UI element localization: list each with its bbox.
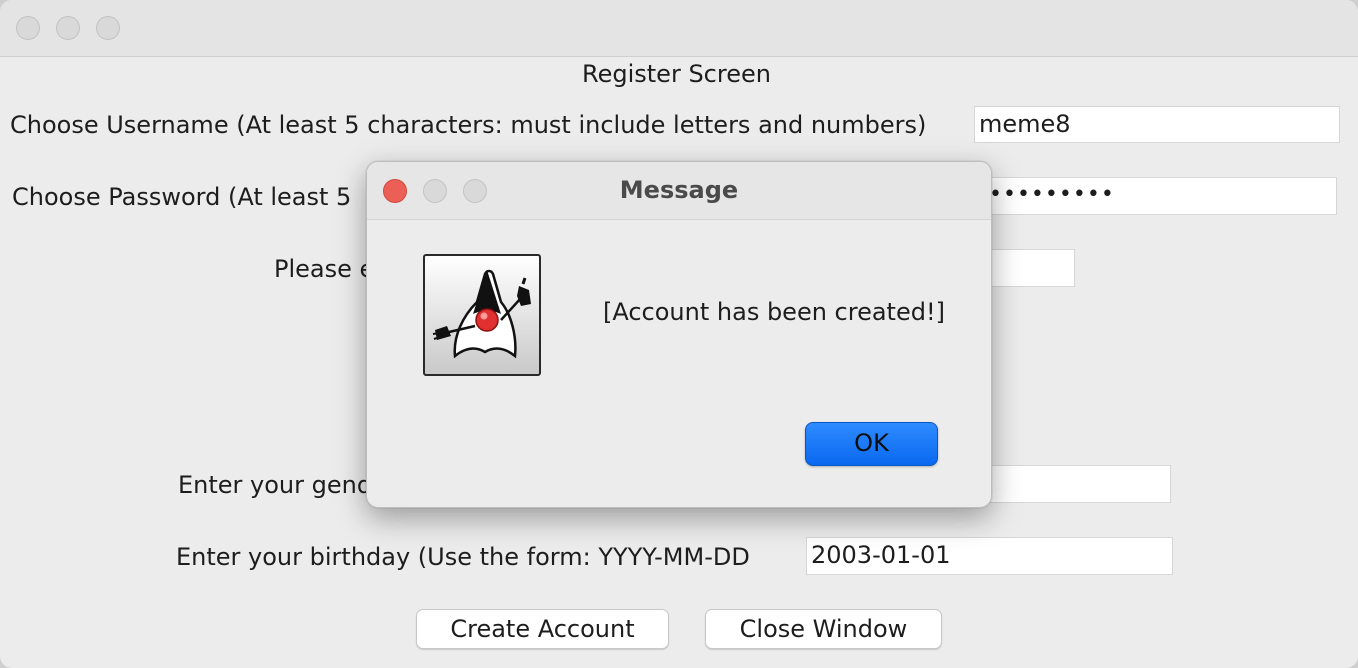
ok-button-label: OK: [854, 429, 889, 457]
message-dialog: Message [Account has been created!] OK: [366, 161, 992, 508]
password-label: Choose Password (At least 5: [12, 183, 352, 211]
dialog-message: [Account has been created!]: [603, 298, 945, 326]
gender-label: Enter your gend: [178, 471, 373, 499]
ok-button[interactable]: OK: [805, 422, 938, 466]
dialog-zoom-control: [463, 179, 487, 203]
dialog-close-control[interactable]: [383, 179, 407, 203]
close-window-control[interactable]: [16, 16, 40, 40]
dialog-titlebar: Message: [367, 162, 991, 220]
zoom-window-control[interactable]: [96, 16, 120, 40]
minimize-window-control[interactable]: [56, 16, 80, 40]
register-window: Register Screen Choose Username (At leas…: [0, 0, 1358, 668]
close-window-button[interactable]: Close Window: [705, 609, 942, 649]
gender-input[interactable]: [986, 465, 1171, 503]
duke-icon-graphic: [432, 269, 531, 359]
create-account-button[interactable]: Create Account: [416, 609, 669, 649]
username-input[interactable]: meme8: [974, 106, 1340, 143]
java-duke-icon: [423, 254, 541, 376]
dialog-title: Message: [619, 176, 739, 204]
dialog-minimize-control: [423, 179, 447, 203]
email-input[interactable]: [986, 249, 1075, 287]
birthday-label: Enter your birthday (Use the form: YYYY-…: [176, 543, 750, 571]
username-label: Choose Username (At least 5 characters: …: [10, 111, 927, 139]
email-label: Please e: [274, 255, 375, 283]
password-input[interactable]: •••••••••: [976, 177, 1337, 215]
window-titlebar: [0, 0, 1358, 57]
screen-title: Register Screen: [582, 60, 771, 88]
birthday-input[interactable]: 2003-01-01: [806, 537, 1173, 575]
